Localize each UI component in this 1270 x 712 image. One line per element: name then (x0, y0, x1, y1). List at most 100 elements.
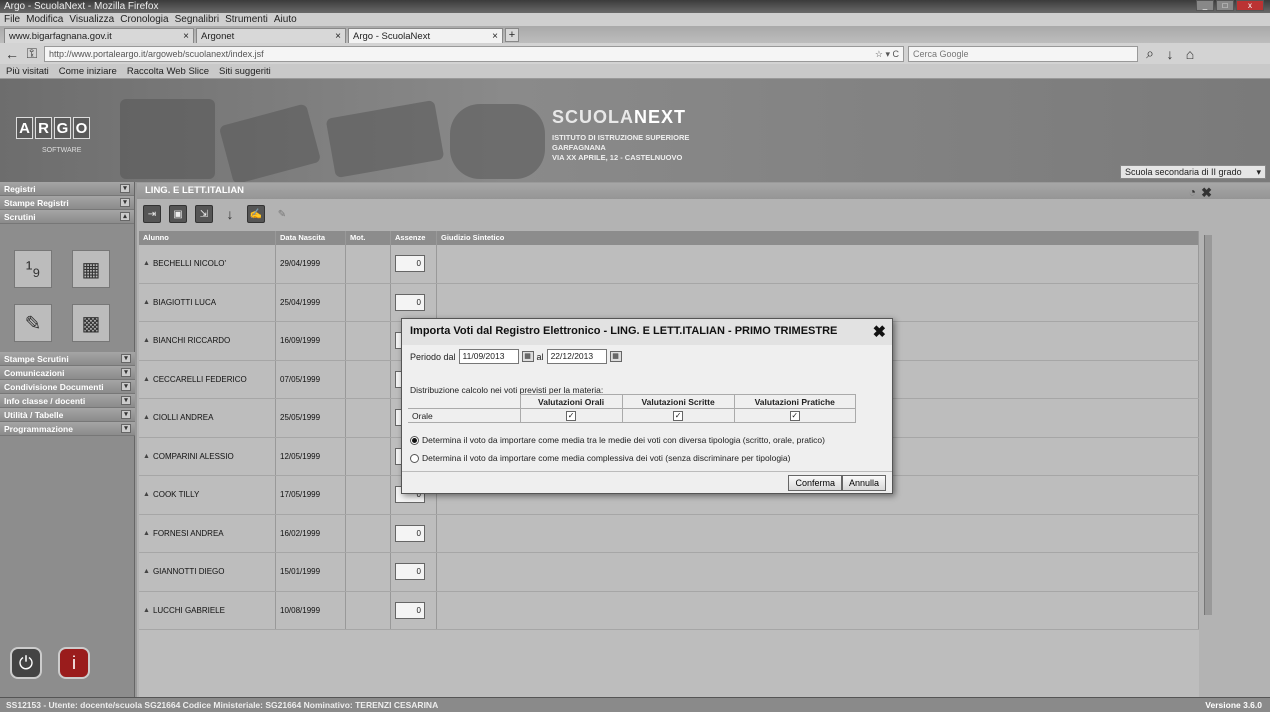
period-label: Periodo dal (410, 351, 456, 362)
tab-bar: www.bigarfagnana.gov.it × Argonet × Argo -… (0, 26, 1270, 43)
sidebar-item-stampe-registri[interactable]: Stampe Registri ▾ (0, 196, 134, 210)
column-header[interactable]: Giudizio Sintetico (437, 231, 1199, 245)
bookmarks-bar: Più visitati Come iniziare Raccolta Web … (0, 64, 1270, 79)
cancel-button[interactable]: Annulla (841, 475, 886, 491)
orali-checkbox[interactable]: ✓ (566, 411, 577, 421)
sidebar-item-info-classe[interactable]: Info classe / docenti ▾ (0, 394, 135, 408)
column-header[interactable]: Alunno (139, 231, 276, 245)
bookmark-item[interactable]: Siti suggeriti (219, 66, 271, 77)
power-icon[interactable]: ⏻ (10, 647, 42, 679)
judgment-cell[interactable] (437, 245, 1199, 283)
radio-selected[interactable] (410, 435, 419, 445)
sidebar-item-registri[interactable]: Registri ▾ (0, 182, 134, 196)
menu-aiuto[interactable]: Aiuto (274, 14, 297, 25)
exit-icon[interactable]: ⇥ (143, 205, 161, 223)
option-overall-average[interactable]: Determina il voto da importare come medi… (410, 453, 791, 463)
back-icon[interactable]: ← (4, 46, 20, 62)
help-icon[interactable]: ◔ (1189, 185, 1196, 199)
column-header[interactable]: Data Nascita (276, 231, 346, 245)
menu-strumenti[interactable]: Strumenti (225, 14, 268, 25)
tab-close-icon[interactable]: × (335, 31, 341, 42)
absences-input[interactable]: 0 (395, 563, 425, 581)
sidebar-item-utilita[interactable]: Utilità / Tabelle ▾ (0, 408, 135, 422)
absences-input[interactable]: 0 (395, 293, 425, 311)
home-icon[interactable]: ⌂ (1182, 46, 1198, 62)
info-icon[interactable]: i (58, 647, 90, 679)
vertical-scrollbar[interactable] (1204, 235, 1212, 615)
clapperboard-tile-icon[interactable]: ▦ (72, 250, 110, 288)
menu-file[interactable]: File (4, 14, 20, 25)
option-label: Determina il voto da importare come medi… (422, 435, 825, 445)
table-row[interactable]: FORNESI ANDREA16/02/1999 0 (139, 514, 1199, 553)
bookmark-item[interactable]: Raccolta Web Slice (127, 66, 209, 77)
sidebar-item-comunicazioni[interactable]: Comunicazioni ▾ (0, 366, 135, 380)
url-bar[interactable]: http://www.portaleargo.it/argoweb/scuola… (44, 45, 904, 62)
absences-input[interactable]: 0 (395, 255, 425, 273)
search-input[interactable]: Cerca Google (908, 45, 1138, 62)
close-window-button[interactable]: x (1236, 0, 1264, 11)
bookmark-item[interactable]: Più visitati (6, 66, 49, 77)
students-tile-icon[interactable]: ▩ (72, 304, 110, 342)
close-icon[interactable]: ✖ (1201, 185, 1212, 201)
absences-input[interactable]: 0 (395, 524, 425, 542)
grid-header: Alunno Data Nascita Mot. Assenze Giudizi… (139, 231, 1199, 245)
pencil-tile-icon[interactable]: ✎ (14, 304, 52, 342)
download-icon[interactable]: ↓ (1162, 46, 1178, 62)
column-header[interactable]: Mot. (346, 231, 391, 245)
minimize-button[interactable]: _ (1196, 0, 1214, 11)
sidebar-item-scrutini[interactable]: Scrutini ▴ (0, 210, 134, 224)
judgment-cell[interactable] (437, 514, 1199, 552)
tab-close-icon[interactable]: × (492, 31, 498, 42)
vote-edit-icon[interactable]: ✍ (247, 205, 265, 223)
pencil-icon[interactable]: ✎ (273, 205, 291, 223)
column-header: Valutazioni Orali (519, 394, 623, 409)
calendar-icon[interactable]: ▦ (521, 351, 534, 362)
menu-visualizza[interactable]: Visualizza (69, 14, 114, 25)
date-to-input[interactable]: 22/12/2013 (546, 349, 607, 364)
menu-modifica[interactable]: Modifica (26, 14, 63, 25)
maximize-button[interactable]: □ (1216, 0, 1234, 11)
bookmark-item[interactable]: Come iniziare (59, 66, 117, 77)
judgment-cell[interactable] (437, 553, 1199, 591)
search-icon[interactable]: ⌕ (1142, 45, 1158, 62)
import-icon[interactable]: ⇲ (195, 205, 213, 223)
tab-close-icon[interactable]: × (183, 31, 189, 42)
distribution-table: Valutazioni Orali Valutazioni Scritte Va… (408, 394, 856, 423)
table-row[interactable]: LUCCHI GABRIELE10/08/1999 0 (139, 591, 1199, 630)
table-row[interactable]: BECHELLI NICOLO'29/04/1999 0 (139, 245, 1199, 284)
radio-unselected[interactable] (410, 453, 419, 463)
tab-bigarfagnana[interactable]: www.bigarfagnana.gov.it × (4, 28, 194, 43)
confirm-button[interactable]: Conferma (788, 475, 842, 491)
column-header[interactable]: Assenze (391, 231, 437, 245)
tab-scuolanext[interactable]: Argo - ScuolaNext × (348, 28, 503, 43)
table-row[interactable]: BIAGIOTTI LUCA25/04/1999 0 (139, 283, 1199, 322)
sidebar-lower-menu: Stampe Scrutini ▾ Comunicazioni ▾ Condivis… (0, 352, 135, 436)
sidebar-item-programmazione[interactable]: Programmazione ▾ (0, 422, 135, 436)
sidebar-item-condivisione[interactable]: Condivisione Documenti ▾ (0, 380, 135, 394)
birth-date: 25/05/1999 (276, 399, 346, 437)
menu-cronologia[interactable]: Cronologia (120, 14, 168, 25)
table-row[interactable]: GIANNOTTI DIEGO15/01/1999 0 (139, 553, 1199, 592)
sidebar-item-stampe-scrutini[interactable]: Stampe Scrutini ▾ (0, 352, 135, 366)
reload-icon[interactable]: ☆ ▾ C (875, 49, 899, 59)
pratiche-checkbox[interactable]: ✓ (789, 411, 800, 421)
judgment-cell[interactable] (437, 283, 1199, 321)
option-average-by-type[interactable]: Determina il voto da importare come medi… (410, 435, 825, 445)
scritte-checkbox[interactable]: ✓ (673, 411, 684, 421)
judgment-cell[interactable] (437, 591, 1199, 629)
school-select[interactable]: Scuola secondaria di II grado ▾ (1120, 165, 1266, 179)
calendar-icon[interactable]: ▦ (609, 351, 622, 362)
chevron-up-icon: ▴ (120, 212, 130, 221)
app-name-part: NEXT (634, 107, 687, 127)
birth-date: 07/05/1999 (276, 360, 346, 398)
tab-argonet[interactable]: Argonet × (196, 28, 346, 43)
save-icon[interactable]: ▣ (169, 205, 187, 223)
grades-tile-icon[interactable]: ¹₉ (14, 250, 52, 288)
arrow-down-icon[interactable]: ↓ (221, 205, 239, 223)
menu-segnalibri[interactable]: Segnalibri (175, 14, 219, 25)
new-tab-button[interactable]: + (505, 28, 519, 42)
close-icon[interactable]: ✖ (873, 322, 886, 342)
date-from-input[interactable]: 11/09/2013 (458, 349, 519, 364)
version-label: Versione 3.6.0 (1205, 700, 1262, 710)
absences-input[interactable]: 0 (395, 601, 425, 619)
